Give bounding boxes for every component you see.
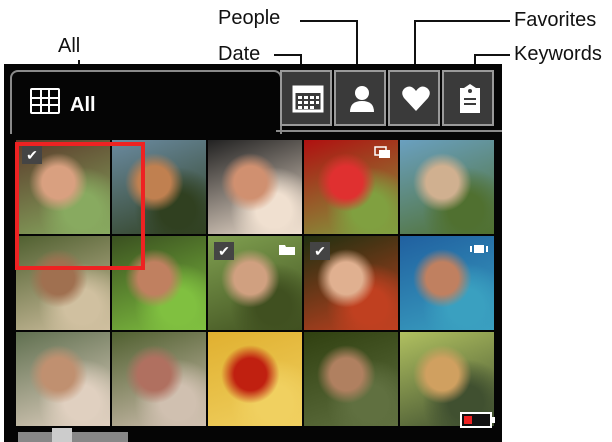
tab-all[interactable]: All	[10, 70, 282, 134]
photo-thumbnail[interactable]: ✔	[208, 236, 302, 330]
photo-thumbnail[interactable]	[208, 140, 302, 234]
person-icon	[350, 86, 374, 112]
callout-date: Date	[218, 43, 261, 65]
scrollbar-track[interactable]	[18, 432, 128, 442]
callout-keywords-line-h	[474, 54, 510, 56]
callout-favorites: Favorites	[514, 9, 597, 31]
photo-thumbnail[interactable]	[400, 236, 494, 330]
photo-thumbnail[interactable]	[112, 332, 206, 426]
folder-icon	[278, 242, 296, 256]
selection-highlight	[15, 142, 145, 270]
tab-underline	[276, 130, 502, 132]
scrollbar-thumb[interactable]	[52, 428, 72, 442]
photo-thumbnail[interactable]	[304, 332, 398, 426]
video-icon	[470, 242, 488, 256]
tab-keywords[interactable]	[442, 70, 494, 126]
callout-favorites-line-h	[414, 20, 510, 22]
heart-icon	[402, 86, 430, 111]
photo-thumbnail[interactable]	[16, 332, 110, 426]
callout-people: People	[218, 7, 281, 29]
callout-all: All	[58, 35, 81, 57]
tab-bar: All	[4, 64, 502, 134]
photo-thumbnail[interactable]	[304, 140, 398, 234]
calendar-icon	[292, 85, 324, 113]
photo-thumbnail[interactable]: ✔	[304, 236, 398, 330]
callout-date-line-h	[274, 54, 302, 56]
callout-keywords: Keywords	[514, 43, 602, 65]
callout-people-line-h	[300, 20, 358, 22]
photo-thumbnail[interactable]	[208, 332, 302, 426]
grid-view-icon	[30, 88, 60, 114]
camera-screen: All ✔ ✔ ✔	[4, 64, 502, 442]
checkmark-icon: ✔	[214, 242, 234, 260]
checkmark-icon: ✔	[310, 242, 330, 260]
tag-icon	[460, 84, 480, 113]
tab-date[interactable]	[280, 70, 332, 126]
tab-all-label: All	[70, 94, 96, 116]
photo-thumbnail[interactable]	[400, 140, 494, 234]
tab-people[interactable]	[334, 70, 386, 126]
stack-icon	[374, 146, 392, 160]
battery-icon	[460, 412, 495, 428]
tab-favorites[interactable]	[388, 70, 440, 126]
